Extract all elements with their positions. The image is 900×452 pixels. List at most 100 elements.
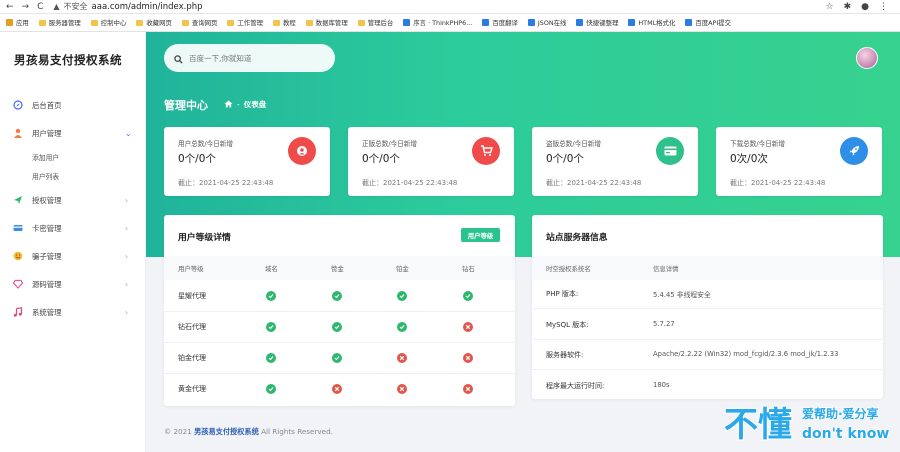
sidebar-item-system[interactable]: 系统管理 ›: [0, 303, 146, 321]
music-icon: [13, 307, 23, 317]
bookmark-label: 工作管理: [237, 19, 263, 27]
page-title: 管理中心: [164, 99, 208, 112]
bookmark-label: 控制中心: [100, 19, 127, 27]
cross-icon: [397, 353, 407, 363]
folder-icon: [181, 19, 189, 26]
sidebar-item-users[interactable]: 用户管理 ⌄: [0, 124, 146, 142]
search-icon: [174, 49, 183, 68]
bookmarks-bar: 应用 服务器管理 控制中心 收藏网页 查询网页 工作管理 教程 数据库管理 管理后台 序言 · T…: [0, 14, 900, 32]
bookmark-item[interactable]: 百度翻译: [482, 18, 518, 27]
bookmark-item[interactable]: 序言 · ThinkPHP6...: [403, 18, 472, 27]
chevron-right-icon: ›: [125, 251, 129, 261]
sidebar-subitem-user-list[interactable]: 用户列表: [32, 171, 59, 181]
bookmark-label: 百度API提交: [695, 19, 732, 27]
page-icon: [576, 19, 584, 26]
user-circle-icon: [288, 137, 316, 165]
bookmark-label: 快捷键整理: [586, 19, 619, 27]
level-name: 铂金代理: [178, 354, 206, 362]
chevron-down-icon: ⌄: [125, 128, 132, 138]
folder-icon: [357, 19, 365, 26]
menu-icon[interactable]: ⋮: [879, 2, 888, 12]
folder-icon: [305, 19, 313, 26]
translate-icon: [482, 19, 490, 26]
watermark-bottom: don't know: [802, 426, 889, 442]
bookmark-item[interactable]: 快捷键整理: [576, 18, 618, 27]
bookmark-item[interactable]: JSON在线: [527, 18, 566, 27]
reload-icon[interactable]: C: [37, 2, 43, 12]
bookmark-item[interactable]: 收藏网页: [136, 18, 172, 27]
profile-icon[interactable]: ●: [861, 2, 869, 12]
bookmark-item[interactable]: 百度API提交: [685, 18, 731, 27]
sidebar-item-label: 用户管理: [32, 128, 62, 138]
bookmark-item[interactable]: 工作管理: [227, 18, 263, 27]
column-header: 信息详情: [653, 265, 679, 273]
page-icon: [403, 19, 411, 26]
brand-title: 男孩易支付授权系统: [14, 53, 122, 67]
card-icon: [13, 223, 23, 233]
row-divider: [164, 342, 515, 343]
search-input[interactable]: [189, 53, 329, 63]
stat-card-pirated: 盗版总数/今日新增 0个/0个 截止：2021-04-25 22:43:48: [532, 127, 698, 196]
bookmark-item[interactable]: 控制中心: [90, 18, 127, 27]
sidebar-item-label: 源码管理: [32, 279, 62, 289]
bookmark-item[interactable]: 教程: [272, 18, 296, 27]
bookmark-item[interactable]: 服务器管理: [38, 18, 81, 27]
bookmark-item[interactable]: 管理后台: [357, 18, 393, 27]
cross-icon: [463, 353, 473, 363]
address-bar[interactable]: ▲ 不安全 aaa.com/admin/index.php: [53, 1, 202, 12]
bookmark-label: 服务器管理: [48, 19, 81, 27]
column-header: 用户等级: [178, 265, 204, 273]
column-header: 铂金: [396, 265, 409, 273]
sidebar-item-label: 后台首页: [32, 100, 62, 110]
breadcrumb-separator: -: [237, 100, 240, 109]
tool-icon: [628, 19, 636, 26]
search-box[interactable]: [164, 44, 335, 72]
check-icon: [266, 322, 276, 332]
star-icon[interactable]: ☆: [826, 2, 834, 12]
check-icon: [397, 291, 407, 301]
sidebar-item-scammers[interactable]: 骗子管理 ›: [0, 247, 146, 265]
check-icon: [266, 353, 276, 363]
chevron-right-icon: ›: [125, 279, 129, 289]
server-info-key: 程序最大运行时间:: [546, 381, 605, 390]
check-icon: [266, 291, 276, 301]
back-arrow-icon[interactable]: ←: [6, 2, 14, 12]
forward-arrow-icon[interactable]: →: [22, 2, 30, 12]
bookmark-item[interactable]: HTML格式化: [628, 18, 675, 27]
sidebar-item-authorization[interactable]: 授权管理 ›: [0, 191, 146, 209]
apps-icon: [6, 19, 13, 26]
url-text[interactable]: aaa.com/admin/index.php: [92, 2, 203, 12]
chevron-right-icon: ›: [125, 195, 129, 205]
home-icon[interactable]: [224, 99, 233, 110]
compass-icon: [13, 100, 23, 110]
row-divider: [164, 311, 515, 312]
server-info-value: 5.4.45 非线程安全: [653, 291, 711, 299]
bookmark-item[interactable]: 应用: [6, 18, 29, 27]
sidebar-item-cards[interactable]: 卡密管理 ›: [0, 219, 146, 237]
bookmark-label: 应用: [16, 19, 29, 27]
footer-link[interactable]: 男孩易支付授权系统: [194, 427, 259, 436]
sidebar-subitem-add-user[interactable]: 添加用户: [32, 152, 59, 162]
sidebar-item-label: 授权管理: [32, 195, 62, 205]
stat-date: 截止：2021-04-25 22:43:48: [546, 179, 642, 187]
row-divider: [532, 308, 883, 309]
server-info-value: 180s: [653, 380, 670, 389]
bookmark-item[interactable]: 查询网页: [181, 18, 217, 27]
bookmark-label: 数据库管理: [315, 19, 348, 27]
watermark-big: 不懂: [724, 405, 792, 444]
check-icon: [332, 291, 342, 301]
chevron-right-icon: ›: [125, 223, 129, 233]
avatar[interactable]: [856, 47, 878, 69]
stat-value: 0个/0个: [546, 153, 584, 165]
bookmark-item[interactable]: 数据库管理: [305, 18, 348, 27]
column-header: 时空授权系统名: [546, 265, 591, 273]
sidebar-item-dashboard[interactable]: 后台首页: [0, 96, 146, 114]
stat-label: 用户总数/今日新增: [178, 140, 233, 148]
extensions-icon[interactable]: ✱: [844, 2, 852, 12]
security-label: 不安全: [63, 2, 88, 11]
user-level-button[interactable]: 用户等级: [461, 228, 500, 242]
sidebar-item-source[interactable]: 源码管理 ›: [0, 275, 146, 293]
user-icon: [13, 128, 23, 138]
server-info-title: 站点服务器信息: [546, 233, 608, 243]
level-name: 钻石代理: [178, 323, 206, 331]
